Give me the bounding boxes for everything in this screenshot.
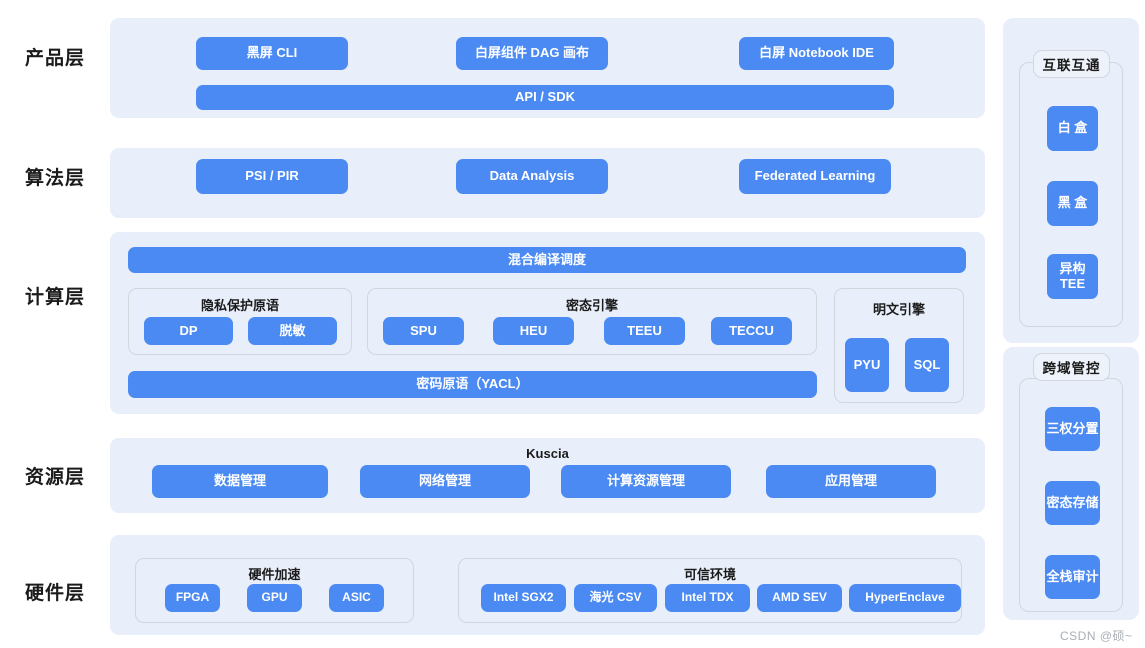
group-title-secret-engine: 密态引擎 (565, 298, 618, 313)
hardware-item-amd-sev[interactable]: AMD SEV (757, 584, 842, 612)
rail-interop-item-black-box[interactable]: 黑 盒 (1047, 181, 1098, 226)
algorithm-item-federated-learning[interactable]: Federated Learning (739, 159, 891, 194)
compute-item-desensitization[interactable]: 脱敏 (248, 317, 337, 345)
resource-item-data-management[interactable]: 数据管理 (152, 465, 328, 498)
resource-item-application-management[interactable]: 应用管理 (766, 465, 936, 498)
compute-item-sql[interactable]: SQL (905, 338, 949, 392)
hardware-item-gpu[interactable]: GPU (247, 584, 302, 612)
hardware-item-hygon-csv[interactable]: 海光 CSV (574, 584, 657, 612)
rail-title-crossdomain: 跨域管控 (1033, 353, 1110, 381)
rail-crossdomain-item-ciphertext-storage[interactable]: 密态存储 (1045, 481, 1100, 525)
hardware-item-hyperenclave[interactable]: HyperEnclave (849, 584, 961, 612)
resource-panel-title-kuscia: Kuscia (526, 446, 569, 461)
rail-interop-item-heterogeneous-tee[interactable]: 异构 TEE (1047, 254, 1098, 299)
algorithm-item-data-analysis[interactable]: Data Analysis (456, 159, 608, 194)
layer-label-resource: 资源层 (24, 467, 85, 488)
compute-bar-crypto-primitives-yacl[interactable]: 密码原语（YACL） (128, 371, 817, 398)
architecture-diagram: 产品层 黑屏 CLI 白屏组件 DAG 画布 白屏 Notebook IDE A… (0, 0, 1145, 648)
resource-item-network-management[interactable]: 网络管理 (360, 465, 530, 498)
compute-item-teccu[interactable]: TECCU (711, 317, 792, 345)
group-title-trusted-environment: 可信环境 (683, 567, 736, 582)
hardware-item-asic[interactable]: ASIC (329, 584, 384, 612)
compute-item-spu[interactable]: SPU (383, 317, 464, 345)
product-item-notebook-ide[interactable]: 白屏 Notebook IDE (739, 37, 894, 70)
group-title-hardware-acceleration: 硬件加速 (248, 567, 301, 582)
rail-title-interop: 互联互通 (1033, 50, 1110, 78)
rail-crossdomain-item-separation-of-powers[interactable]: 三权分置 (1045, 407, 1100, 451)
compute-item-dp[interactable]: DP (144, 317, 233, 345)
rail-crossdomain-item-full-stack-audit[interactable]: 全栈审计 (1045, 555, 1100, 599)
group-title-privacy-primitives: 隐私保护原语 (200, 298, 279, 313)
hardware-item-intel-tdx[interactable]: Intel TDX (665, 584, 750, 612)
compute-item-pyu[interactable]: PYU (845, 338, 889, 392)
watermark: CSDN @硕~ (1060, 629, 1133, 643)
hardware-item-fpga[interactable]: FPGA (165, 584, 220, 612)
rail-interop-item-white-box[interactable]: 白 盒 (1047, 106, 1098, 151)
compute-item-teeu[interactable]: TEEU (604, 317, 685, 345)
layer-label-product: 产品层 (24, 48, 85, 69)
hardware-item-intel-sgx2[interactable]: Intel SGX2 (481, 584, 566, 612)
layer-label-algorithm: 算法层 (24, 168, 85, 189)
resource-item-compute-resource-management[interactable]: 计算资源管理 (561, 465, 731, 498)
group-title-plaintext-engine: 明文引擎 (872, 302, 925, 317)
product-item-cli[interactable]: 黑屏 CLI (196, 37, 348, 70)
compute-item-heu[interactable]: HEU (493, 317, 574, 345)
layer-label-hardware: 硬件层 (24, 583, 85, 604)
layer-label-compute: 计算层 (24, 287, 85, 308)
product-item-dag-canvas[interactable]: 白屏组件 DAG 画布 (456, 37, 608, 70)
product-item-api-sdk[interactable]: API / SDK (196, 85, 894, 110)
compute-bar-hybrid-compile-schedule[interactable]: 混合编译调度 (128, 247, 966, 273)
algorithm-item-psi-pir[interactable]: PSI / PIR (196, 159, 348, 194)
